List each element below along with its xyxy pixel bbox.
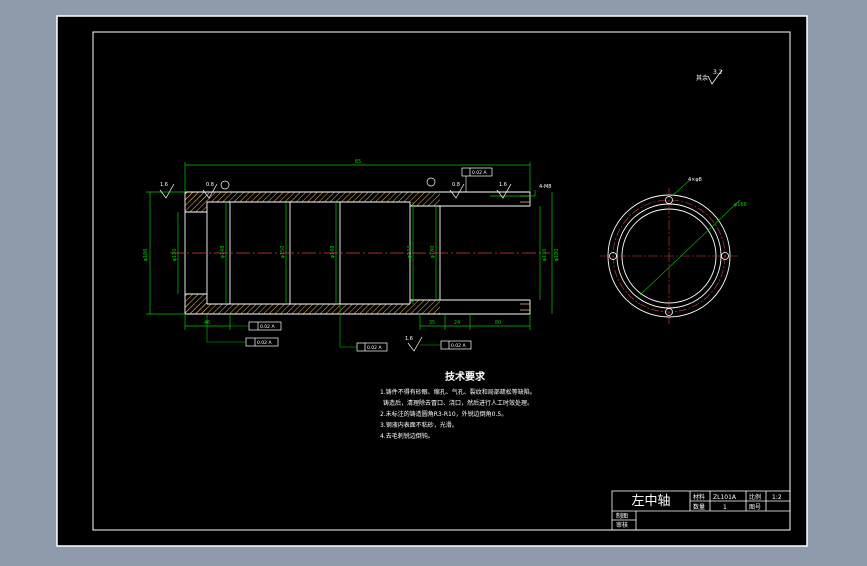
dim-outer-diameter: φ186 — [143, 249, 149, 262]
dim-right-inner: φ144 — [407, 246, 413, 259]
dim-inner-middle: φ150 — [280, 246, 286, 259]
end-view-hole-callout: 4×φ8 — [688, 177, 702, 183]
lower-wall-right-hatch — [410, 300, 440, 314]
dim-right-end-outer: φ180 — [554, 249, 560, 262]
roughness-callout-2: 0.8 — [206, 182, 214, 188]
dim-overall-length: 65 — [355, 159, 361, 165]
svg-text:0.02 A: 0.02 A — [451, 343, 466, 349]
requirement-item: 4.去毛刺锐边倒钝。 — [380, 432, 434, 440]
svg-text:0.02 A: 0.02 A — [367, 345, 382, 351]
dim-bore-diameter: φ130 — [172, 249, 178, 262]
requirements-title: 技术要求 — [445, 370, 486, 383]
material-value: ZL101A — [713, 494, 737, 501]
cad-drawing-canvas: 其余 3.2 65 φ186 φ130 φ148 φ150 φ148 φ144 … — [0, 0, 867, 562]
lower-flange-hatch — [185, 294, 207, 314]
roughness-callout-3: 0.8 — [452, 182, 460, 188]
dim-inner-left: φ148 — [220, 246, 226, 259]
dim-80: 80 — [495, 320, 501, 326]
dim-24: 24 — [454, 320, 460, 326]
dim-35: 35 — [429, 320, 435, 326]
scale-label: 比例 — [749, 493, 761, 501]
checker-label: 审核 — [616, 521, 628, 529]
part-name: 左中轴 — [631, 494, 670, 509]
requirement-item: 1.铸件不得有砂眼、缩孔、气孔、裂纹和局部疏松等缺陷。 — [380, 388, 536, 396]
roughness-callout-1: 1.6 — [160, 182, 168, 188]
engineering-drawing: 其余 3.2 65 φ186 φ130 φ148 φ150 φ148 φ144 … — [56, 15, 808, 547]
scale-value: 1:2 — [772, 494, 782, 501]
dim-right-end-inner: φ130 — [542, 249, 548, 262]
roughness-callout-5: 1.6 — [405, 336, 413, 342]
requirement-item: 2.未标注的铸造圆角R3-R10，外锐边倒角0.5。 — [380, 410, 507, 418]
upper-wall-left-hatch — [185, 192, 410, 202]
roughness-callout-4: 1.6 — [499, 182, 507, 188]
general-roughness-label: 其余 — [696, 74, 708, 82]
svg-text:0.02 A: 0.02 A — [257, 340, 272, 346]
general-roughness-value: 3.2 — [713, 69, 723, 76]
quantity-value: 1 — [723, 504, 727, 511]
drawing-no-label: 图号 — [749, 504, 761, 511]
drawing-sheet — [56, 15, 808, 547]
end-view-diameter: φ166 — [734, 202, 747, 208]
dim-inner-center: φ148 — [330, 246, 336, 259]
material-label: 材料 — [693, 493, 705, 501]
requirement-item: 3.钢液内表面不粘砂，光滑。 — [380, 421, 458, 429]
designer-label: 制图 — [616, 512, 628, 520]
quantity-label: 数量 — [693, 503, 705, 511]
svg-text:0.02 A: 0.02 A — [260, 324, 275, 330]
svg-text:0.02 A: 0.02 A — [472, 170, 487, 176]
upper-flange-hatch — [185, 192, 207, 212]
dim-right-outer-bore: φ180 — [430, 246, 436, 259]
lower-wall-left-hatch — [185, 304, 410, 314]
requirement-item: 铸造后，清理除去冒口、浇口，然后进行人工时效处理。 — [383, 399, 533, 407]
upper-wall-right-hatch — [410, 192, 440, 206]
thread-callout: 4-M8 — [539, 184, 551, 190]
